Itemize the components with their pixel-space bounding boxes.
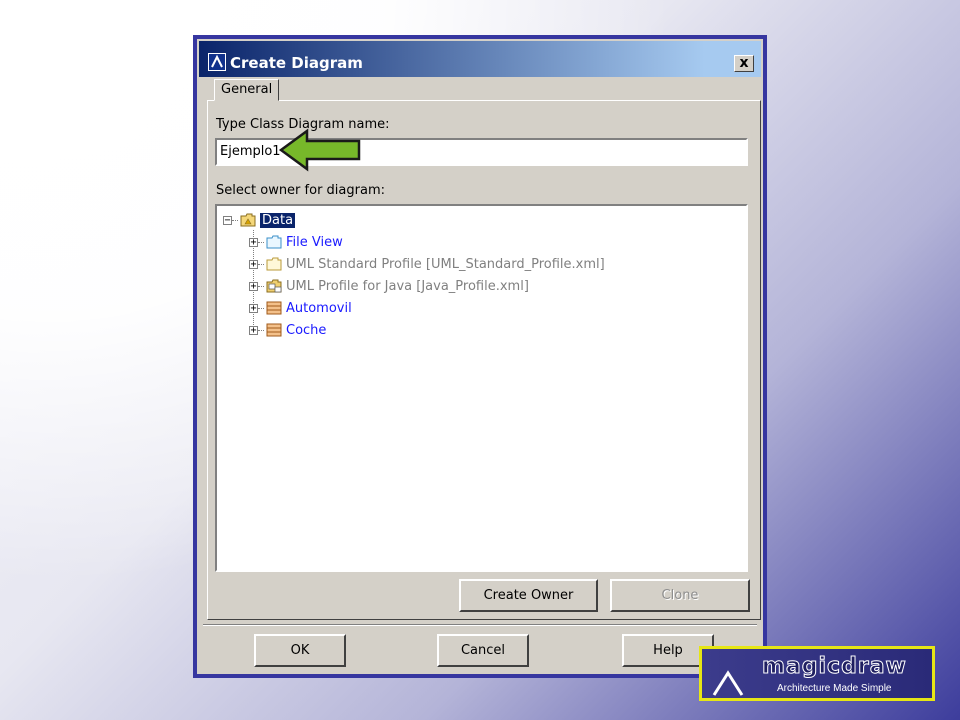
folder-icon bbox=[266, 257, 282, 271]
logo-tagline: Architecture Made Simple bbox=[777, 683, 892, 694]
close-button[interactable]: x bbox=[734, 55, 754, 72]
package-icon bbox=[240, 213, 256, 227]
title-bar[interactable]: Create Diagram x bbox=[199, 41, 761, 77]
cancel-button[interactable]: Cancel bbox=[437, 634, 529, 667]
tab-general[interactable]: General bbox=[214, 79, 280, 101]
owner-label: Select owner for diagram: bbox=[216, 183, 385, 198]
class-icon bbox=[266, 323, 282, 337]
class-icon bbox=[266, 301, 282, 315]
tree-connector bbox=[232, 219, 238, 221]
tree-node-coche[interactable]: + Coche bbox=[249, 320, 326, 340]
expand-icon[interactable]: + bbox=[249, 237, 258, 247]
tree-connector bbox=[258, 241, 264, 243]
green-arrow-annotation bbox=[278, 128, 361, 172]
tree-connector bbox=[258, 285, 264, 287]
tree-connector bbox=[258, 263, 264, 265]
create-owner-button[interactable]: Create Owner bbox=[459, 579, 598, 612]
tree-node-file-view[interactable]: + File View bbox=[249, 232, 343, 252]
tree-node-uml-profile-java[interactable]: + UML Profile for Java [Java_Profile.xml… bbox=[249, 276, 529, 296]
tab-general-label: General bbox=[221, 82, 273, 97]
tree-node-label: Automovil bbox=[286, 300, 352, 316]
owner-tree[interactable]: − Data + File View + UML Standard Profil… bbox=[215, 204, 748, 572]
magicdraw-app-icon bbox=[208, 53, 226, 71]
tree-node-automovil[interactable]: + Automovil bbox=[249, 298, 352, 318]
tree-node-label: UML Standard Profile [UML_Standard_Profi… bbox=[286, 256, 605, 272]
magicdraw-logo: magicdraw Architecture Made Simple bbox=[699, 646, 935, 701]
logo-wordmark: magicdraw bbox=[762, 654, 907, 680]
profile-icon bbox=[266, 279, 282, 293]
collapse-icon[interactable]: − bbox=[223, 215, 232, 225]
clone-button[interactable]: Clone bbox=[610, 579, 750, 612]
dialog-title: Create Diagram bbox=[230, 54, 363, 72]
tree-connector bbox=[258, 307, 264, 309]
folder-icon bbox=[266, 235, 282, 249]
tree-node-label: Coche bbox=[286, 322, 327, 338]
tree-node-data[interactable]: − Data bbox=[223, 210, 296, 230]
tree-node-label: File View bbox=[286, 234, 343, 250]
tree-connector bbox=[258, 329, 264, 331]
expand-icon[interactable]: + bbox=[249, 303, 258, 313]
tree-node-uml-standard-profile[interactable]: + UML Standard Profile [UML_Standard_Pro… bbox=[249, 254, 605, 274]
tree-node-label: UML Profile for Java [Java_Profile.xml] bbox=[286, 278, 529, 294]
magicdraw-mark-icon bbox=[712, 670, 744, 696]
expand-icon[interactable]: + bbox=[249, 325, 258, 335]
tree-node-label: Data bbox=[260, 212, 296, 228]
create-diagram-dialog: Create Diagram x General Type Class Diag… bbox=[193, 35, 767, 678]
expand-icon[interactable]: + bbox=[249, 281, 258, 291]
button-bar-separator bbox=[203, 624, 757, 626]
ok-button[interactable]: OK bbox=[254, 634, 346, 667]
expand-icon[interactable]: + bbox=[249, 259, 258, 269]
close-icon: x bbox=[739, 55, 749, 71]
